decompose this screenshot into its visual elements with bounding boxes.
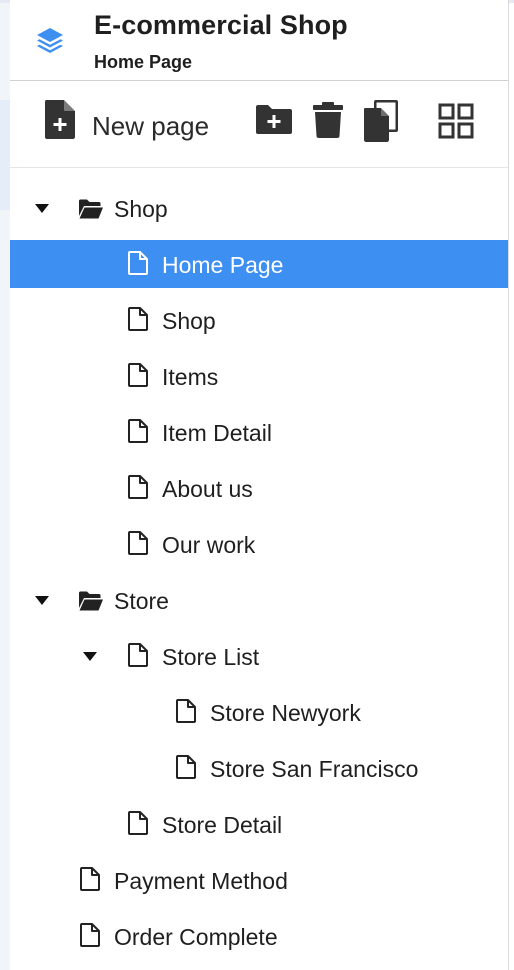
tree-page[interactable]: Our work xyxy=(10,520,508,568)
tree-item-label: Shop xyxy=(162,308,216,334)
page-tree-panel: E-commercial Shop Home Page New page Sho… xyxy=(10,0,509,970)
tree-item-label: Our work xyxy=(162,532,256,558)
caret-down-icon[interactable] xyxy=(35,596,49,605)
page-icon xyxy=(80,923,100,952)
duplicate-button[interactable] xyxy=(363,99,399,148)
folder-open-icon xyxy=(78,590,104,617)
tree-item-label: Payment Method xyxy=(114,868,288,894)
tree-item-label: Home Page xyxy=(162,252,284,278)
tree-page[interactable]: Order Complete xyxy=(10,912,508,960)
page-icon xyxy=(128,811,148,840)
tree-page[interactable]: Shop xyxy=(10,296,508,344)
page-icon xyxy=(128,419,148,448)
tree-item-label: Store List xyxy=(162,644,260,670)
page-icon xyxy=(128,643,148,672)
tree-page[interactable]: Store San Francisco xyxy=(10,744,508,792)
page-icon xyxy=(128,531,148,560)
background-tint xyxy=(0,100,10,210)
tree-item-label: About us xyxy=(162,476,253,502)
current-page-title: Home Page xyxy=(94,52,193,72)
tree-page[interactable]: Payment Method xyxy=(10,856,508,904)
page-icon xyxy=(128,307,148,336)
new-page-label: New page xyxy=(92,111,210,141)
tree-item-label: Store Detail xyxy=(162,812,283,838)
trash-icon xyxy=(312,102,344,143)
page-icon xyxy=(128,475,148,504)
new-folder-button[interactable] xyxy=(255,103,293,140)
new-page-button[interactable]: New page xyxy=(44,99,234,143)
tree-item-label: Store xyxy=(114,588,169,614)
tree-item-label: Order Complete xyxy=(114,924,278,950)
page-icon xyxy=(128,363,148,392)
folder-plus-icon xyxy=(255,105,293,139)
tree-page[interactable]: Items xyxy=(10,352,508,400)
tree-page[interactable]: Item Detail xyxy=(10,408,508,456)
tree-page[interactable]: Store Detail xyxy=(10,800,508,848)
tree-item-label: Items xyxy=(162,364,219,390)
tree-item-label: Item Detail xyxy=(162,420,272,446)
toolbar: New page xyxy=(10,81,508,168)
caret-down-icon[interactable] xyxy=(83,652,97,661)
tree-page[interactable]: About us xyxy=(10,464,508,512)
page-icon xyxy=(176,755,196,784)
copy-icon xyxy=(363,100,399,147)
tree-folder[interactable]: Shop xyxy=(10,184,508,232)
tree-page[interactable]: Store List xyxy=(10,632,508,680)
grid-icon xyxy=(438,103,474,143)
tree-folder[interactable]: Store xyxy=(10,576,508,624)
page-icon xyxy=(176,699,196,728)
caret-down-icon[interactable] xyxy=(35,204,49,213)
delete-button[interactable] xyxy=(312,101,344,144)
tree-item-label: Store Newyork xyxy=(210,700,361,726)
background-strip xyxy=(0,0,10,970)
tree-page[interactable]: Store Newyork xyxy=(10,688,508,736)
page-icon xyxy=(128,251,148,280)
panel-header: E-commercial Shop Home Page xyxy=(10,0,508,81)
tree-item-label: Store San Francisco xyxy=(210,756,419,782)
app-title: E-commercial Shop xyxy=(94,10,348,40)
layers-icon xyxy=(34,24,66,56)
page-icon xyxy=(80,867,100,896)
folder-open-icon xyxy=(78,198,104,225)
tree-item-label: Shop xyxy=(114,196,168,222)
tree-page[interactable]: Home Page xyxy=(10,240,508,288)
grid-view-button[interactable] xyxy=(438,103,474,144)
